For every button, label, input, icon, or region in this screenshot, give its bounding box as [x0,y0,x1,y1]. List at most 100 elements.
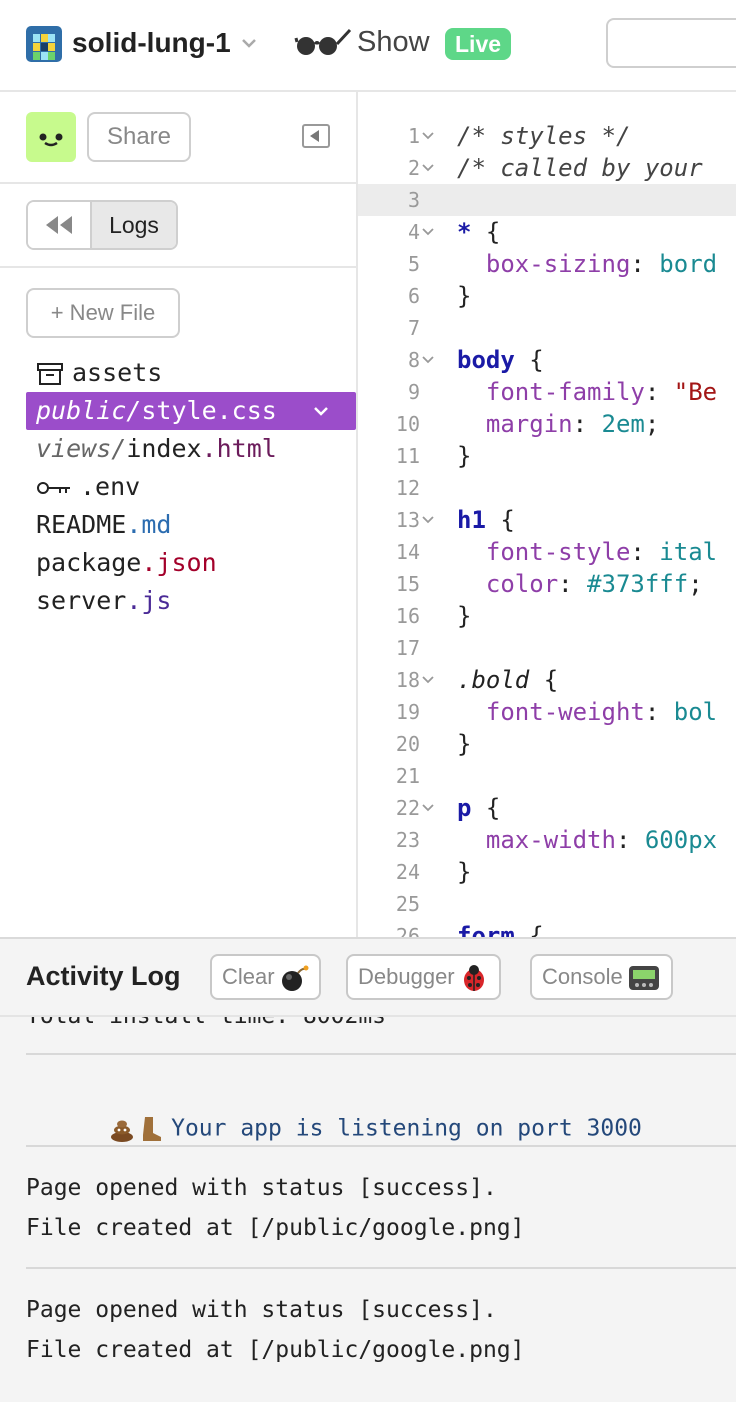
code-text: /* styles */ [457,122,631,150]
code-line[interactable]: 15 color: #373fff; [358,568,736,600]
code-text: form { [457,922,544,937]
file-item-package-json[interactable]: package.json [26,544,356,582]
sidebar-divider [0,182,356,184]
code-text: box-sizing: bord [485,250,718,278]
code-line[interactable]: 7 [358,312,736,344]
code-line[interactable]: 1 /* styles */ [358,120,736,152]
line-number: 7 [407,316,420,340]
code-line[interactable]: 12 [358,472,736,504]
code-line[interactable]: 6} [358,280,736,312]
avatar[interactable] [26,112,76,162]
code-line[interactable]: 20} [358,728,736,760]
line-number: 4 [407,220,420,244]
fold-chevron-icon[interactable] [422,356,434,364]
new-file-button[interactable]: + New File [26,288,180,338]
code-line[interactable]: 5 box-sizing: bord [358,248,736,280]
code-line[interactable]: 4 * { [358,216,736,248]
file-item-readme[interactable]: README.md [26,506,356,544]
line-number: 18 [395,668,420,692]
code-text: font-family: "Be [485,378,718,406]
file-item-env[interactable]: .env [26,468,356,506]
project-logo[interactable] [26,26,62,62]
code-line[interactable]: 2 /* called by your [358,152,736,184]
code-text: margin: 2em; [485,410,660,438]
code-line[interactable]: 16} [358,600,736,632]
fold-chevron-icon[interactable] [422,132,434,140]
activity-log-toolbar: Activity Log Clear Debugger Console [0,939,736,1017]
code-line[interactable]: 21 [358,760,736,792]
code-line[interactable]: 10 margin: 2em; [358,408,736,440]
logs-button-group: Logs [26,200,178,250]
ladybug-icon [463,965,484,992]
fold-chevron-icon[interactable] [422,228,434,236]
chevron-down-icon[interactable] [240,34,258,52]
file-item-assets[interactable]: assets [26,354,356,392]
poop-icon [111,1120,134,1142]
code-line[interactable]: 8 body { [358,344,736,376]
collapse-sidebar-icon[interactable] [302,124,330,148]
code-editor[interactable]: 1/* styles */2/* called by your 3 4 * {5 bo… [358,92,736,937]
fold-chevron-icon[interactable] [422,804,434,812]
code-text: color: #373fff; [485,570,703,598]
key-icon [37,482,70,494]
code-line[interactable]: 26 form { [358,920,736,937]
code-line[interactable]: 17 [358,632,736,664]
search-input[interactable] [606,18,736,68]
logs-button[interactable]: Logs [92,202,176,248]
line-number: 1 [407,124,420,148]
code-text: } [457,282,472,310]
rewind-button[interactable] [28,202,92,248]
code-line[interactable]: 19 font-weight: bol [358,696,736,728]
code-text: font-weight: bol [485,698,718,726]
code-line[interactable]: 23 max-width: 600px [358,824,736,856]
fold-chevron-icon[interactable] [422,516,434,524]
pager-icon [628,966,659,991]
code-lines: 1/* styles */2/* called by your 3 4 * {5 bo… [358,120,736,937]
log-separator [26,1267,736,1269]
file-item-server-js[interactable]: server.js [26,582,356,620]
sunglasses-icon[interactable] [294,26,352,60]
code-text: max-width: 600px [485,826,718,854]
file-item-index-html[interactable]: views/index.html [26,430,356,468]
activity-log-title: Activity Log [26,961,181,991]
code-line[interactable]: 9 font-family: "Be [358,376,736,408]
line-number: 11 [395,444,420,468]
code-line[interactable]: 14 font-style: ital [358,536,736,568]
log-line: Page opened with status [success]. [26,1297,497,1323]
log-line: File created at [/public/google.png] [26,1215,525,1241]
debugger-button[interactable]: Debugger [346,954,501,1000]
sidebar: Share Logs + New File assets public/styl… [0,92,358,937]
log-line-listening: Your app is listening on port 3000 [26,1089,642,1169]
clear-button[interactable]: Clear [210,954,321,1000]
chevron-down-icon[interactable] [312,402,330,420]
line-number: 5 [407,252,420,276]
line-number: 15 [395,572,420,596]
code-line[interactable]: 18 .bold { [358,664,736,696]
code-text: } [457,730,472,758]
code-line[interactable]: 25 [358,888,736,920]
share-button[interactable]: Share [87,112,191,162]
line-number: 12 [395,476,420,500]
line-number: 23 [395,828,420,852]
code-line[interactable]: 13 h1 { [358,504,736,536]
line-number: 3 [407,188,420,212]
code-text: } [457,602,472,630]
activity-log-panel: Activity Log Clear Debugger Console Your… [0,937,736,1402]
console-button[interactable]: Console [530,954,673,1000]
line-number: 9 [407,380,420,404]
fold-chevron-icon[interactable] [422,164,434,172]
line-number: 16 [395,604,420,628]
line-number: 10 [395,412,420,436]
project-name[interactable]: solid-lung-1 [72,27,231,59]
code-line[interactable]: 11} [358,440,736,472]
line-number: 8 [407,348,420,372]
log-separator [26,1053,736,1055]
code-line[interactable]: 3 [358,184,736,216]
fold-chevron-icon[interactable] [422,676,434,684]
file-item-style-css[interactable]: public/style.css [26,392,356,430]
line-number: 21 [395,764,420,788]
live-badge[interactable]: Live [445,28,512,60]
code-line[interactable]: 24} [358,856,736,888]
show-button[interactable]: Show [357,26,430,59]
code-line[interactable]: 22 p { [358,792,736,824]
